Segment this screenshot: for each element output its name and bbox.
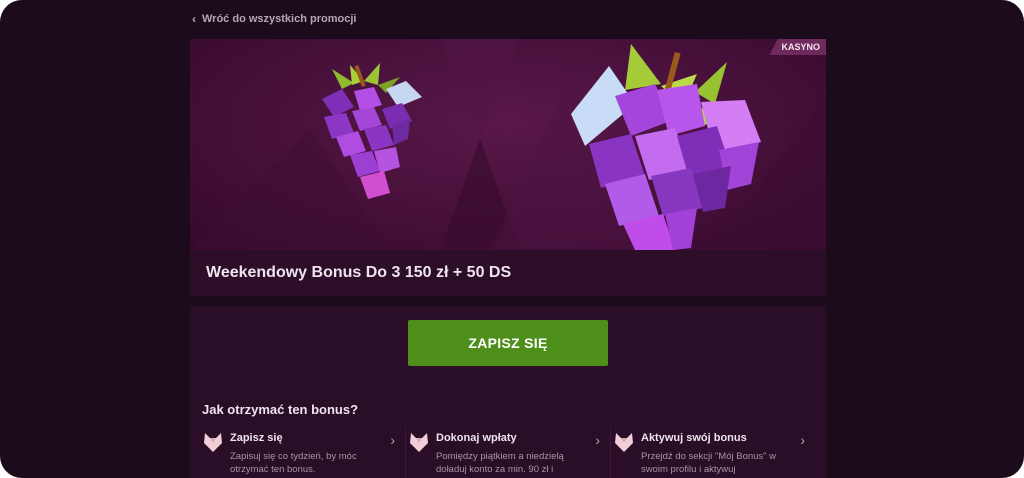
chevron-right-icon: › [800,432,805,448]
sign-up-button[interactable]: ZAPISZ SIĘ [408,320,608,366]
back-to-promotions-link[interactable]: ‹ Wróć do wszystkich promocji [192,13,356,25]
app-frame: ‹ Wróć do wszystkich promocji KASYNO Wee… [0,0,1024,478]
promo-banner: KASYNO [190,39,826,250]
how-to-steps: Zapisz się Zapisuj się co tydzień, by mó… [200,428,816,478]
casino-badge: KASYNO [769,39,826,55]
step-deposit[interactable]: Dokonaj wpłaty Pomiędzy piątkiem a niedz… [405,428,610,478]
large-grapes-illustration [571,44,761,250]
promo-details: ZAPISZ SIĘ Jak otrzymać ten bonus? Zapis… [190,306,826,478]
small-grapes-illustration [322,63,422,199]
step-activate-bonus[interactable]: Aktywuj swój bonus Przejdź do sekcji "Mó… [610,428,815,478]
wolf-icon [615,433,633,452]
chevron-right-icon: › [390,432,395,448]
wolf-icon [204,433,222,452]
chevron-right-icon: › [595,432,600,448]
step-title: Aktywuj swój bonus [641,432,747,444]
promotion-card: KASYNO Weekendowy Bonus Do 3 150 zł + 50… [190,39,826,478]
promo-title-bar: Weekendowy Bonus Do 3 150 zł + 50 DS [190,250,826,306]
wolf-icon [410,433,428,452]
step-description: Pomiędzy piątkiem a niedzielą doładuj ko… [436,451,564,475]
step-title: Zapisz się [230,432,283,444]
promo-title: Weekendowy Bonus Do 3 150 zł + 50 DS [206,264,512,281]
back-link-label: Wróć do wszystkich promocji [202,13,357,25]
step-title: Dokonaj wpłaty [436,432,517,444]
step-sign-up[interactable]: Zapisz się Zapisuj się co tydzień, by mó… [200,428,405,478]
how-to-heading: Jak otrzymać ten bonus? [202,402,359,417]
grape-berries [322,81,422,199]
step-description: Przejdź do sekcji "Mój Bonus" w swoim pr… [641,451,777,475]
chevron-left-icon: ‹ [192,12,196,26]
grape-berries-large [571,66,761,250]
step-description: Zapisuj się co tydzień, by móc otrzymać … [230,451,357,475]
